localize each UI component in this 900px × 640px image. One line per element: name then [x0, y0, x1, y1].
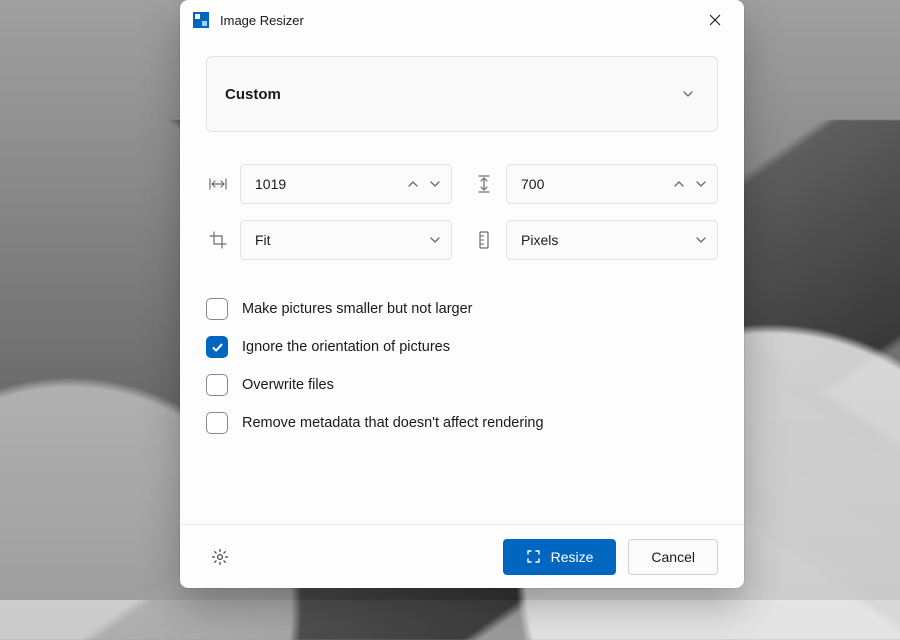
dialog-body: Custom 1019	[180, 40, 744, 524]
chevron-down-icon	[695, 234, 707, 246]
fit-select[interactable]: Fit	[240, 220, 452, 260]
close-button[interactable]	[692, 4, 738, 36]
option-overwrite[interactable]: Overwrite files	[206, 374, 718, 396]
dialog-footer: Resize Cancel	[180, 524, 744, 588]
checkbox[interactable]	[206, 412, 228, 434]
window-title: Image Resizer	[220, 13, 304, 28]
option-smaller-only[interactable]: Make pictures smaller but not larger	[206, 298, 718, 320]
fit-value: Fit	[255, 232, 429, 248]
resize-button[interactable]: Resize	[503, 539, 617, 575]
checkbox[interactable]	[206, 336, 228, 358]
option-label: Overwrite files	[242, 377, 334, 393]
option-label: Make pictures smaller but not larger	[242, 301, 473, 317]
title-bar: Image Resizer	[180, 0, 744, 40]
unit-value: Pixels	[521, 232, 695, 248]
cancel-label: Cancel	[651, 549, 695, 565]
checkbox[interactable]	[206, 374, 228, 396]
profile-label: Custom	[225, 86, 281, 103]
checkbox[interactable]	[206, 298, 228, 320]
resize-icon	[526, 549, 541, 564]
crop-icon	[206, 231, 230, 249]
options-group: Make pictures smaller but not larger Ign…	[206, 298, 718, 434]
option-ignore-orientation[interactable]: Ignore the orientation of pictures	[206, 336, 718, 358]
width-decrease-button[interactable]	[429, 178, 441, 190]
height-value: 700	[521, 176, 673, 192]
height-increase-button[interactable]	[673, 178, 685, 190]
unit-select[interactable]: Pixels	[506, 220, 718, 260]
option-label: Remove metadata that doesn't affect rend…	[242, 415, 544, 431]
height-input[interactable]: 700	[506, 164, 718, 204]
width-value: 1019	[255, 176, 407, 192]
ruler-icon	[472, 231, 496, 249]
resize-label: Resize	[551, 549, 594, 565]
option-label: Ignore the orientation of pictures	[242, 339, 450, 355]
chevron-down-icon	[681, 87, 695, 101]
width-increase-button[interactable]	[407, 178, 419, 190]
height-decrease-button[interactable]	[695, 178, 707, 190]
app-icon	[192, 11, 210, 29]
cancel-button[interactable]: Cancel	[628, 539, 718, 575]
width-input[interactable]: 1019	[240, 164, 452, 204]
option-remove-metadata[interactable]: Remove metadata that doesn't affect rend…	[206, 412, 718, 434]
image-resizer-dialog: Image Resizer Custom 1019	[180, 0, 744, 588]
chevron-down-icon	[429, 234, 441, 246]
settings-button[interactable]	[206, 543, 234, 571]
height-icon	[472, 175, 496, 193]
profile-select[interactable]: Custom	[206, 56, 718, 132]
width-icon	[206, 177, 230, 191]
